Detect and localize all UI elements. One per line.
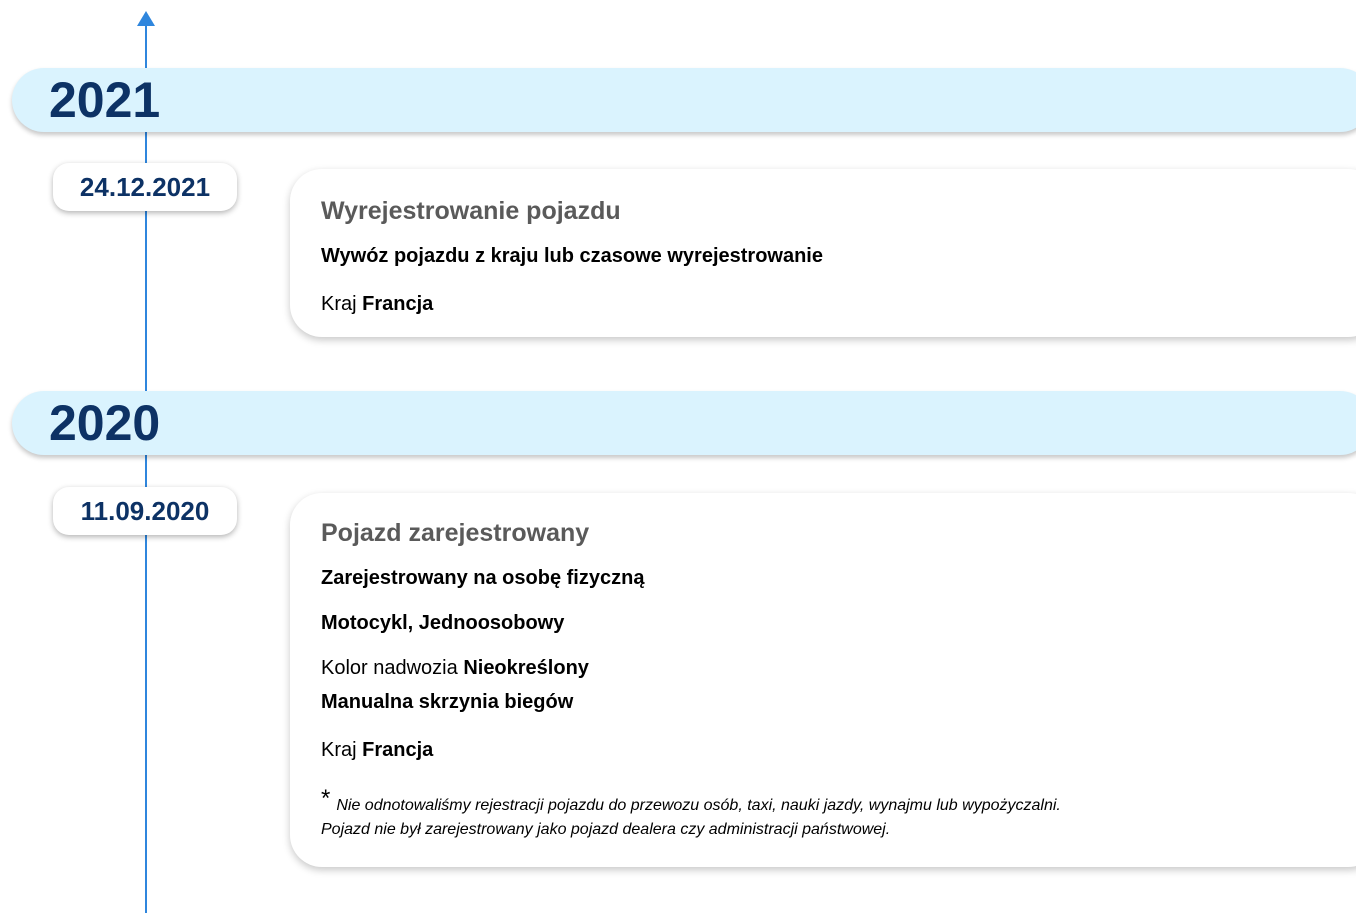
event-color-line: Kolor nadwozia Nieokreślony [321, 657, 589, 680]
footnote-line-1: * Nie odnotowaliśmy rejestracji pojazdu d… [321, 785, 1061, 815]
event-country-line: Kraj Francja [321, 739, 433, 762]
year-label: 2020 [49, 395, 161, 451]
event-footnote: * Nie odnotowaliśmy rejestracji pojazdu d… [321, 785, 1061, 842]
event-title: Wyrejestrowanie pojazdu [321, 197, 621, 225]
event-gearbox: Manualna skrzynia biegów [321, 691, 574, 713]
country-label: Kraj [321, 739, 357, 761]
footnote-line-2: Pojazd nie był zarejestrowany jako pojaz… [321, 821, 891, 838]
event-date-badge: 11.09.2020 [53, 487, 237, 535]
footnote-marker: * [321, 785, 331, 812]
event-detail-line: Zarejestrowany na osobę fizyczną [321, 567, 645, 589]
country-value: Francja [362, 739, 434, 761]
arrow-up-icon [137, 11, 155, 26]
year-label: 2021 [49, 72, 161, 128]
country-value: Francja [362, 293, 434, 315]
event-country-line: Kraj Francja [321, 293, 433, 316]
event-date-badge: 24.12.2021 [53, 163, 237, 211]
event-vehicle-type: Motocykl, Jednoosobowy [321, 612, 565, 634]
event-detail-line: Wywóz pojazdu z kraju lub czasowe wyreje… [321, 245, 823, 267]
year-header-2021: 2021 [12, 68, 1356, 132]
year-header-2020: 2020 [12, 391, 1356, 455]
event-card-registration: Pojazd zarejestrowany Zarejestrowany na … [290, 493, 1356, 867]
color-label: Kolor nadwozia [321, 657, 458, 679]
timeline-axis [145, 24, 147, 913]
event-card-deregistration: Wyrejestrowanie pojazdu Wywóz pojazdu z … [290, 169, 1356, 337]
country-label: Kraj [321, 293, 357, 315]
event-title: Pojazd zarejestrowany [321, 519, 590, 547]
color-value: Nieokreślony [463, 657, 589, 679]
